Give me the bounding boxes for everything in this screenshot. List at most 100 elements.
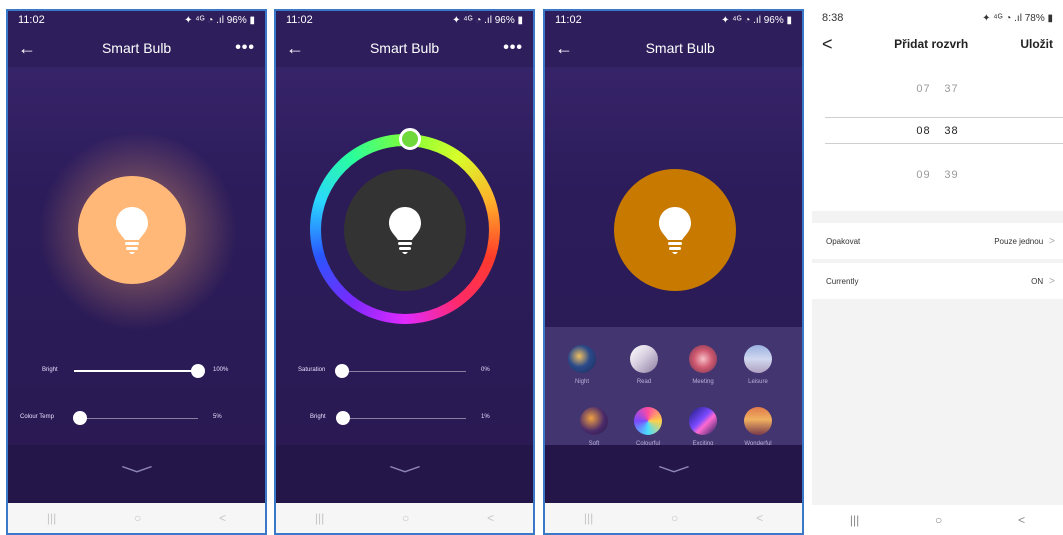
saturation-label: Saturation bbox=[298, 367, 326, 373]
status-bar: 8:38 ✦ ⁴ᴳ ◔ .ıl 78% ▮ bbox=[812, 9, 1063, 27]
minute-value: 37 bbox=[944, 83, 959, 95]
status-bar: 11:02 ✦ ⁴ᴳ ◔ .ıl 96% ▮ bbox=[8, 11, 265, 29]
more-options-icon[interactable]: ••• bbox=[235, 39, 255, 57]
chevron-down-icon[interactable]: ﹀ bbox=[657, 461, 689, 487]
chevron-right-icon: > bbox=[1049, 235, 1055, 247]
nav-back-icon[interactable]: < bbox=[1018, 513, 1025, 527]
scene-thumbnail bbox=[689, 345, 717, 373]
chevron-down-icon[interactable]: ﹀ bbox=[388, 461, 420, 487]
page-title: Smart Bulb bbox=[101, 40, 172, 56]
time-row-selected[interactable]: 08 38 bbox=[812, 125, 1063, 137]
bulb-power-button[interactable] bbox=[78, 176, 186, 284]
slider-knob[interactable] bbox=[73, 411, 88, 425]
status-icons: ✦ ⁴ᴳ ◔ .ıl 96% ▮ bbox=[184, 14, 255, 26]
time-row[interactable]: 07 37 bbox=[812, 83, 1063, 95]
colour-temp-slider[interactable]: Colour Temp 5% bbox=[8, 408, 265, 428]
scene-label: Leisure bbox=[748, 379, 768, 385]
scene-wonderful[interactable]: Wonderful bbox=[731, 407, 785, 447]
hour-value: 07 bbox=[916, 83, 931, 95]
slider-track bbox=[342, 418, 466, 419]
status-time: 8:38 bbox=[822, 12, 844, 24]
scene-meeting[interactable]: Meeting bbox=[676, 345, 730, 385]
currently-value: ON bbox=[1031, 276, 1044, 286]
scene-thumbnail bbox=[580, 407, 608, 435]
bright-slider[interactable]: Bright 100% bbox=[8, 361, 265, 381]
currently-label: Currently bbox=[826, 276, 859, 286]
scene-read[interactable]: Read bbox=[617, 345, 671, 385]
scene-soft[interactable]: Soft bbox=[567, 407, 621, 447]
bulb-power-button[interactable] bbox=[614, 169, 736, 291]
page-title: Přidat rozvrh bbox=[894, 37, 969, 51]
phone-screen-brightness: 11:02 ✦ ⁴ᴳ ◔ .ıl 96% ▮ ← Smart Bulb ••• … bbox=[6, 9, 267, 535]
android-nav-bar: ||| ○ < bbox=[545, 503, 802, 533]
hour-value: 08 bbox=[916, 125, 931, 137]
back-arrow-icon[interactable]: ← bbox=[18, 38, 38, 59]
picker-divider bbox=[825, 143, 1063, 144]
phone-screen-schedule: 8:38 ✦ ⁴ᴳ ◔ .ıl 78% ▮ < Přidat rozvrh Ul… bbox=[812, 9, 1063, 535]
time-row[interactable]: 09 39 bbox=[812, 169, 1063, 181]
status-icons: ✦ ⁴ᴳ ◔ .ıl 78% ▮ bbox=[982, 12, 1053, 24]
back-arrow-icon[interactable]: ← bbox=[286, 38, 306, 59]
page-title: Smart Bulb bbox=[645, 40, 715, 56]
status-bar: 11:02 ✦ ⁴ᴳ ◔ .ıl 96% ▮ bbox=[276, 11, 533, 29]
scene-colourful[interactable]: Colourful bbox=[621, 407, 675, 447]
chevron-right-icon: > bbox=[1049, 275, 1055, 287]
chevron-down-icon[interactable]: ﹀ bbox=[120, 461, 152, 487]
status-icons: ✦ ⁴ᴳ ◔ .ıl 96% ▮ bbox=[452, 14, 523, 26]
bulb-power-button[interactable] bbox=[344, 169, 466, 291]
recent-apps-icon[interactable]: ||| bbox=[47, 511, 56, 525]
repeat-value: Pouze jednou bbox=[994, 236, 1044, 246]
more-options-icon[interactable]: ••• bbox=[503, 39, 523, 57]
page-title: Smart Bulb bbox=[369, 40, 440, 56]
minute-value: 39 bbox=[944, 169, 959, 181]
home-icon[interactable]: ○ bbox=[402, 511, 409, 525]
time-picker[interactable]: 07 37 08 38 09 39 bbox=[812, 61, 1063, 211]
app-bar: ← Smart Bulb ••• bbox=[276, 29, 533, 67]
status-time: 11:02 bbox=[555, 14, 582, 26]
color-wheel-knob[interactable] bbox=[399, 128, 421, 150]
back-chevron-icon[interactable]: < bbox=[822, 34, 842, 55]
phone-screen-scenes: 11:02 ✦ ⁴ᴳ ◔ .ıl 96% ▮ ← Smart Bulb • Ni… bbox=[543, 9, 804, 535]
home-icon[interactable]: ○ bbox=[134, 511, 141, 525]
home-icon[interactable]: ○ bbox=[671, 511, 678, 525]
scene-thumbnail bbox=[689, 407, 717, 435]
bright-label: Bright bbox=[310, 414, 326, 420]
scene-label: Read bbox=[636, 379, 652, 385]
repeat-setting[interactable]: Opakovat Pouze jednou > bbox=[812, 223, 1063, 259]
recent-apps-icon[interactable]: ||| bbox=[315, 511, 324, 525]
phone-screen-color: 11:02 ✦ ⁴ᴳ ◔ .ıl 96% ▮ ← Smart Bulb ••• … bbox=[274, 9, 535, 535]
status-time: 11:02 bbox=[18, 14, 45, 26]
scene-leisure[interactable]: Leisure bbox=[731, 345, 785, 385]
light-bulb-icon bbox=[389, 207, 421, 254]
scene-exciting[interactable]: Exciting bbox=[676, 407, 730, 447]
currently-setting[interactable]: Currently ON > bbox=[812, 263, 1063, 299]
saturation-value: 0% bbox=[481, 367, 490, 373]
android-nav-bar: ||| ○ < bbox=[8, 503, 265, 533]
nav-back-icon[interactable]: < bbox=[487, 511, 494, 525]
save-button[interactable]: Uložit bbox=[1020, 37, 1053, 51]
recent-apps-icon[interactable]: ||| bbox=[584, 511, 593, 525]
status-icons: ✦ ⁴ᴳ ◔ .ıl 96% ▮ bbox=[721, 14, 792, 26]
android-nav-bar: ||| ○ < bbox=[812, 505, 1063, 535]
home-icon[interactable]: ○ bbox=[935, 513, 942, 527]
light-bulb-icon bbox=[659, 207, 691, 254]
expand-panel[interactable]: ﹀ bbox=[276, 445, 533, 503]
recent-apps-icon[interactable]: ||| bbox=[850, 513, 859, 527]
nav-back-icon[interactable]: < bbox=[756, 511, 763, 525]
android-nav-bar: ||| ○ < bbox=[276, 503, 533, 533]
scene-night[interactable]: Night bbox=[555, 345, 609, 385]
expand-panel[interactable]: ﹀ bbox=[545, 445, 802, 503]
slider-knob[interactable] bbox=[335, 364, 349, 378]
back-arrow-icon[interactable]: ← bbox=[555, 38, 575, 59]
nav-back-icon[interactable]: < bbox=[219, 511, 226, 525]
bright-slider[interactable]: Bright 1% bbox=[276, 408, 533, 428]
bright-value: 1% bbox=[481, 414, 490, 420]
slider-track bbox=[342, 371, 466, 372]
slider-knob[interactable] bbox=[191, 364, 205, 378]
hour-value: 09 bbox=[916, 169, 931, 181]
scene-thumbnail bbox=[744, 407, 772, 435]
slider-knob[interactable] bbox=[336, 411, 351, 425]
colour-temp-value: 5% bbox=[213, 414, 222, 420]
expand-panel[interactable]: ﹀ bbox=[8, 445, 265, 503]
saturation-slider[interactable]: Saturation 0% bbox=[276, 361, 533, 381]
